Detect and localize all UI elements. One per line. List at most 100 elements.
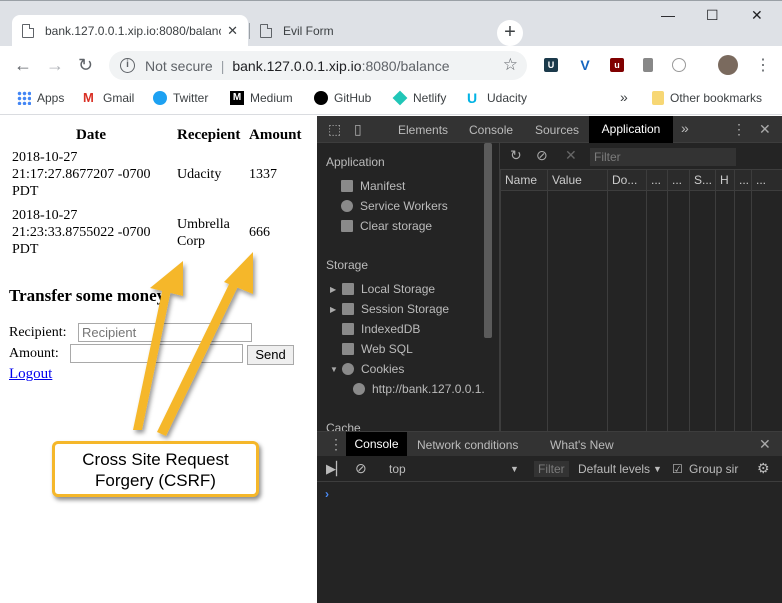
document-icon <box>22 24 34 38</box>
menu-kebab-icon[interactable]: ⋮ <box>755 55 771 75</box>
profile-avatar[interactable] <box>718 55 738 75</box>
column-header: Value <box>552 173 582 187</box>
minimize-button[interactable]: — <box>661 7 675 23</box>
sidebar-item-cookies[interactable]: ▼ Cookies <box>330 362 404 376</box>
clear-console-icon[interactable]: ⊘ <box>355 460 367 477</box>
amount-input[interactable] <box>70 344 243 363</box>
sidebar-item-cookie-origin[interactable]: http://bank.127.0.0.1. <box>353 382 485 396</box>
extension-v-icon[interactable]: V <box>578 58 592 72</box>
bookmark-github[interactable]: GitHub <box>314 91 371 105</box>
reload-icon[interactable]: ↻ <box>78 55 93 76</box>
cookie-column[interactable]: H <box>715 170 729 431</box>
cookie-column[interactable]: S... <box>689 170 712 431</box>
bookmark-medium[interactable]: M Medium <box>230 91 293 105</box>
new-tab-button[interactable]: + <box>497 20 523 46</box>
inspect-element-icon[interactable]: ⬚ <box>328 121 341 138</box>
cookie-column[interactable]: ... <box>751 170 766 431</box>
extension-u-icon[interactable]: U <box>544 58 558 72</box>
drawer-tab-bar: ⋮ Console Network conditions What's New … <box>317 431 782 457</box>
refresh-icon[interactable]: ↻ <box>510 147 522 164</box>
cookies-filter-input[interactable]: Filter <box>590 148 736 166</box>
bookmark-other[interactable]: Other bookmarks <box>652 91 762 105</box>
device-toolbar-icon[interactable]: ▯ <box>354 121 362 138</box>
close-window-button[interactable]: ✕ <box>751 7 763 24</box>
sidebar-item-clear-storage[interactable]: Clear storage <box>341 219 432 233</box>
context-dropdown-icon[interactable]: ▼ <box>510 464 519 474</box>
cookie-icon <box>353 383 365 395</box>
send-button[interactable]: Send <box>247 345 294 365</box>
ublock-icon[interactable]: u <box>610 58 624 72</box>
drawer-menu-icon[interactable]: ⋮ <box>329 436 343 453</box>
devtools-tab-application[interactable]: Application <box>589 116 673 143</box>
sidebar-header-storage: Storage <box>326 258 369 272</box>
logout-link[interactable]: Logout <box>9 366 52 383</box>
cookie-column[interactable]: Value <box>547 170 582 431</box>
devtools-more-tabs-icon[interactable]: » <box>681 120 689 136</box>
context-selector[interactable]: top <box>389 462 406 476</box>
console-settings-gear-icon[interactable]: ⚙ <box>757 460 770 477</box>
console-output[interactable]: › <box>317 482 782 603</box>
console-prompt-icon[interactable]: › <box>325 487 329 501</box>
drawer-tab-whats-new[interactable]: What's New <box>550 438 614 452</box>
cookie-column[interactable]: ... <box>646 170 661 431</box>
sidebar-item-web-sql[interactable]: Web SQL <box>342 342 413 356</box>
column-header-recipient: Recepient <box>177 127 241 143</box>
console-filter-input[interactable]: Filter <box>534 461 569 477</box>
log-levels-dropdown[interactable]: Default levels <box>578 462 650 476</box>
bookmarks-overflow-icon[interactable]: » <box>620 89 628 105</box>
bookmark-gmail[interactable]: M Gmail <box>83 91 134 106</box>
expand-arrow-icon[interactable]: ▶ <box>330 285 338 294</box>
sidebar-item-manifest[interactable]: Manifest <box>341 179 405 193</box>
maximize-button[interactable]: ☐ <box>706 7 719 24</box>
extension-gray-icon[interactable] <box>643 58 653 72</box>
sidebar-item-service-workers[interactable]: Service Workers <box>341 199 448 213</box>
back-arrow-icon[interactable]: ← <box>14 55 32 76</box>
bookmark-twitter[interactable]: Twitter <box>153 91 208 105</box>
tab-bank-balance[interactable]: bank.127.0.0.1.xip.io:8080/balanc ✕ <box>12 15 248 47</box>
cookie-icon <box>342 363 354 375</box>
sidebar-item-label: Manifest <box>360 179 406 193</box>
bookmark-netlify[interactable]: Netlify <box>392 90 447 106</box>
cookie-column[interactable]: Name <box>500 170 537 431</box>
cookie-column[interactable]: ... <box>667 170 682 431</box>
extension-circle-icon[interactable] <box>672 58 686 72</box>
devtools-tab-sources[interactable]: Sources <box>535 123 579 137</box>
bookmark-label: Netlify <box>413 91 447 105</box>
devtools-menu-icon[interactable]: ⋮ <box>732 121 746 138</box>
row-date-line: 21:17:27.8677207 -0700 <box>12 167 151 182</box>
checkbox-icon[interactable]: ☑ <box>672 462 683 476</box>
sidebar-toggle-icon[interactable]: ▶▏ <box>326 461 346 477</box>
devtools-tab-elements[interactable]: Elements <box>398 123 448 137</box>
medium-icon: M <box>230 91 244 105</box>
bookmark-star-icon[interactable]: ☆ <box>503 55 518 75</box>
drawer-tab-network-conditions[interactable]: Network conditions <box>417 438 518 452</box>
sidebar-item-session-storage[interactable]: ▶ Session Storage <box>330 302 449 316</box>
sidebar-item-indexeddb[interactable]: IndexedDB <box>342 322 420 336</box>
bookmark-udacity[interactable]: U Udacity <box>467 91 527 105</box>
cookie-column[interactable]: ... <box>734 170 749 431</box>
address-bar[interactable]: i Not secure | bank.127.0.0.1.xip.io :80… <box>109 51 527 80</box>
tab-evil-form[interactable]: Evil Form <box>250 15 490 47</box>
drawer-close-icon[interactable]: ✕ <box>759 436 771 453</box>
database-icon <box>342 343 354 355</box>
row-recipient: Udacity <box>177 167 222 182</box>
devtools-tab-console[interactable]: Console <box>469 123 513 137</box>
expand-arrow-icon[interactable]: ▶ <box>330 305 338 314</box>
clear-all-icon[interactable]: ⊘ <box>536 147 548 164</box>
sidebar-item-label: Web SQL <box>361 342 413 356</box>
drawer-tab-console[interactable]: Console <box>346 432 407 457</box>
sidebar-item-local-storage[interactable]: ▶ Local Storage <box>330 282 435 296</box>
recipient-input[interactable] <box>78 323 252 342</box>
url-path: :8080/balance <box>361 57 450 74</box>
sidebar-scrollbar[interactable] <box>484 143 492 338</box>
info-icon[interactable]: i <box>120 58 135 73</box>
levels-dropdown-icon[interactable]: ▼ <box>653 464 662 474</box>
bookmark-apps[interactable]: Apps <box>17 91 64 105</box>
devtools-close-icon[interactable]: ✕ <box>759 121 771 138</box>
collapse-arrow-icon[interactable]: ▼ <box>330 365 338 374</box>
close-tab-icon[interactable]: ✕ <box>227 23 238 39</box>
delete-selected-icon[interactable]: ✕ <box>565 147 577 164</box>
forward-arrow-icon[interactable]: → <box>46 55 64 76</box>
github-icon <box>314 91 328 105</box>
cookie-column[interactable]: Do... <box>607 170 637 431</box>
